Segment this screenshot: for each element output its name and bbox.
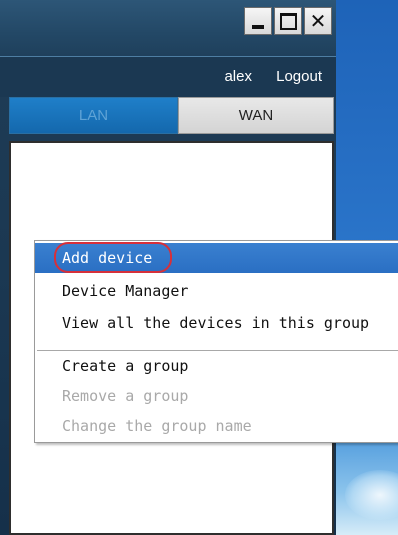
menu-item-change-group-name: Change the group name (62, 417, 252, 435)
minimize-icon (252, 25, 264, 29)
window-controls: ✕ (242, 7, 332, 35)
tab-lan[interactable]: LAN (9, 97, 178, 134)
maximize-button[interactable] (274, 7, 302, 35)
menu-item-remove-group: Remove a group (62, 387, 189, 405)
menu-item-device-manager[interactable]: Device Manager (35, 276, 398, 306)
close-icon: ✕ (309, 9, 327, 33)
maximize-icon (279, 12, 297, 30)
tab-wan-label: WAN (238, 107, 274, 124)
close-button[interactable]: ✕ (304, 7, 332, 35)
menu-item-create-group[interactable]: Create a group (35, 351, 398, 381)
menu-item-add-device[interactable]: Add device (35, 243, 398, 273)
logout-link[interactable]: Logout (276, 68, 322, 85)
network-tabs: LAN WAN (9, 97, 334, 134)
tab-wan[interactable]: WAN (178, 97, 334, 134)
context-menu: Add device Device Manager View all the d… (34, 240, 398, 443)
menu-item-view-all-devices[interactable]: View all the devices in this group (35, 308, 398, 338)
username-label: alex (224, 68, 252, 85)
user-bar: alex Logout (0, 57, 336, 97)
tab-lan-label: LAN (78, 107, 109, 124)
title-bar[interactable]: ✕ (0, 0, 336, 57)
minimize-button[interactable] (244, 7, 272, 35)
